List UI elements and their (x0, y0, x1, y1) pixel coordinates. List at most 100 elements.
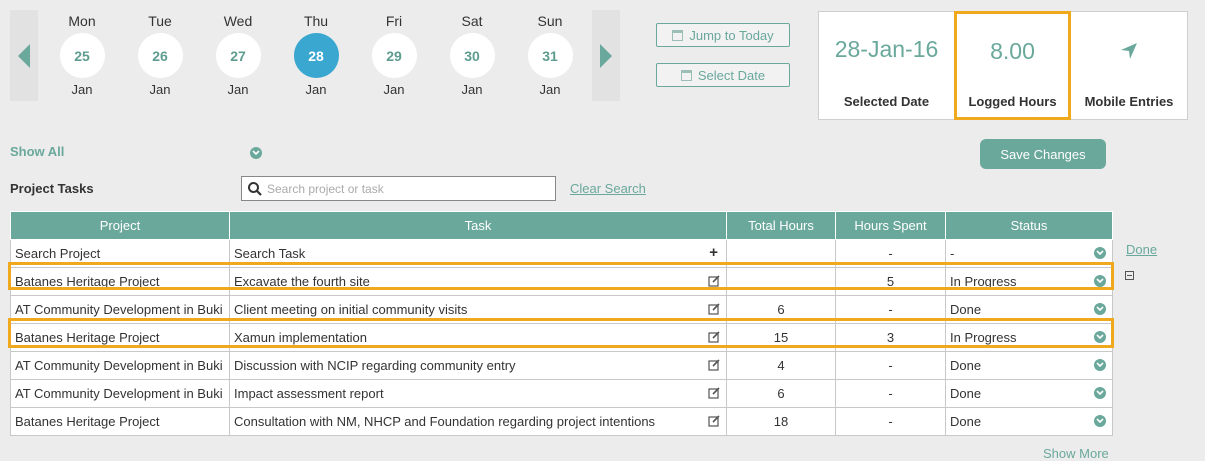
day-wed[interactable]: Wed 27 Jan (203, 10, 273, 101)
day-month: Jan (305, 82, 327, 97)
search-task-label: Search Task (234, 246, 306, 261)
calendar-icon (672, 29, 684, 41)
hours-spent-cell[interactable]: - (835, 407, 946, 436)
edit-icon[interactable] (708, 331, 720, 343)
day-date-circle[interactable]: 25 (59, 33, 105, 78)
status-value: Done (950, 414, 982, 429)
total-hours-cell: 6 (726, 379, 836, 408)
jump-to-today-label: Jump to Today (689, 27, 774, 43)
location-arrow-icon (1121, 43, 1137, 59)
edit-icon[interactable] (708, 275, 720, 287)
search-row: Search Project Search Task + - - (10, 239, 1113, 268)
selected-date-value: 28-Jan-16 (834, 36, 939, 62)
status-dropdown-icon[interactable] (1094, 275, 1106, 287)
table-row: Batanes Heritage Project Xamun implementa… (10, 323, 1113, 352)
header-hours-spent: Hours Spent (835, 211, 946, 240)
day-fri[interactable]: Fri 29 Jan (359, 10, 429, 101)
status-dropdown-icon[interactable] (1094, 415, 1106, 427)
total-hours-cell (726, 267, 836, 296)
tasks-table: Project Task Total Hours Hours Spent Sta… (10, 211, 1113, 436)
show-all-label: Show All (10, 144, 65, 159)
status-dropdown-icon[interactable] (1094, 303, 1106, 315)
project-cell: Batanes Heritage Project (10, 267, 230, 296)
status-cell[interactable]: Done (945, 407, 1113, 436)
status-cell[interactable]: - (945, 239, 1113, 268)
status-dropdown-icon[interactable] (1094, 331, 1106, 343)
status-dropdown-icon[interactable] (1094, 247, 1106, 259)
show-all-filter[interactable]: Show All (10, 144, 64, 159)
status-cell[interactable]: In Progress (945, 267, 1113, 296)
project-cell: AT Community Development in Buki (10, 295, 230, 324)
edit-icon[interactable] (708, 415, 720, 427)
total-hours-cell: 4 (726, 351, 836, 380)
task-label: Excavate the fourth site (234, 274, 370, 289)
day-date-circle[interactable]: 27 (215, 33, 261, 78)
section-title: Project Tasks (10, 181, 94, 196)
clear-search-link[interactable]: Clear Search (570, 181, 646, 196)
day-date-circle[interactable]: 28 (293, 33, 339, 78)
hours-spent-cell[interactable]: - (835, 379, 946, 408)
done-link[interactable]: Done (1126, 242, 1157, 257)
header-total-hours: Total Hours (726, 211, 836, 240)
search-project-cell[interactable]: Search Project (10, 239, 230, 268)
summary-panel: 28-Jan-16 Selected Date 8.00 Logged Hour… (818, 11, 1188, 120)
day-tue[interactable]: Tue 26 Jan (125, 10, 195, 101)
status-value: Done (950, 302, 982, 317)
hours-spent-cell[interactable]: - (835, 239, 946, 268)
show-more-link[interactable]: Show More (1043, 446, 1109, 461)
status-cell[interactable]: Done (945, 379, 1113, 408)
status-cell[interactable]: Done (945, 351, 1113, 380)
status-cell[interactable]: Done (945, 295, 1113, 324)
hours-spent-cell[interactable]: - (835, 295, 946, 324)
day-of-week: Tue (148, 13, 172, 29)
mobile-entries-card[interactable]: Mobile Entries (1071, 12, 1187, 119)
select-date-button[interactable]: Select Date (656, 63, 790, 87)
search-input[interactable] (263, 178, 555, 199)
day-sat[interactable]: Sat 30 Jan (437, 10, 507, 101)
next-week-button[interactable] (592, 10, 620, 101)
hours-spent-cell[interactable]: 3 (835, 323, 946, 352)
prev-week-button[interactable] (10, 10, 38, 101)
add-icon[interactable]: + (709, 244, 718, 261)
table-row: AT Community Development in Buki Client m… (10, 295, 1113, 324)
save-changes-button[interactable]: Save Changes (980, 139, 1106, 169)
week-strip: Mon 25 Jan Tue 26 Jan Wed 27 Jan Thu 28 Jan Fri 29 Jan… (10, 10, 620, 102)
status-dropdown-icon[interactable] (1094, 387, 1106, 399)
hours-spent-cell[interactable]: 5 (835, 267, 946, 296)
day-date-circle[interactable]: 29 (371, 33, 417, 78)
edit-icon[interactable] (708, 303, 720, 315)
day-date-circle[interactable]: 31 (527, 33, 573, 78)
day-sun[interactable]: Sun 31 Jan (515, 10, 585, 101)
total-hours-cell: 15 (726, 323, 836, 352)
day-mon[interactable]: Mon 25 Jan (47, 10, 117, 101)
day-of-week: Fri (385, 13, 403, 29)
day-date-circle[interactable]: 30 (449, 33, 495, 78)
header-status: Status (945, 211, 1113, 240)
search-box[interactable] (241, 176, 556, 201)
status-cell[interactable]: In Progress (945, 323, 1113, 352)
task-label: Impact assessment report (234, 386, 384, 401)
collapse-icon[interactable] (1125, 271, 1134, 280)
day-month: Jan (539, 82, 561, 97)
day-date-circle[interactable]: 26 (137, 33, 183, 78)
project-cell: AT Community Development in Buki (10, 379, 230, 408)
edit-icon[interactable] (708, 387, 720, 399)
task-label: Client meeting on initial community visi… (234, 302, 468, 317)
task-cell: Client meeting on initial community visi… (229, 295, 727, 324)
day-month: Jan (71, 82, 93, 97)
day-of-week: Sun (537, 13, 563, 29)
save-changes-label: Save Changes (1000, 146, 1086, 162)
jump-to-today-button[interactable]: Jump to Today (656, 23, 790, 47)
day-thu[interactable]: Thu 28 Jan (281, 10, 351, 101)
selected-date-card: 28-Jan-16 Selected Date (819, 12, 954, 119)
status-dropdown-icon[interactable] (1094, 359, 1106, 371)
logged-hours-card: 8.00 Logged Hours (954, 11, 1071, 120)
show-all-dropdown-icon[interactable] (250, 147, 262, 159)
project-cell: Batanes Heritage Project (10, 407, 230, 436)
task-cell: Impact assessment report (229, 379, 727, 408)
hours-spent-cell[interactable]: - (835, 351, 946, 380)
search-task-cell[interactable]: Search Task + (229, 239, 727, 268)
arrow-left-icon (18, 43, 30, 68)
edit-icon[interactable] (708, 359, 720, 371)
total-hours-cell: 18 (726, 407, 836, 436)
